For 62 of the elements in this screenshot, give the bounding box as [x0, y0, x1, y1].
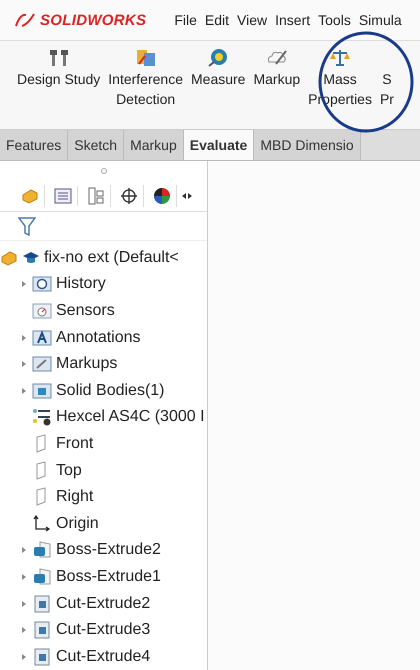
- app-logo: SOLIDWORKS: [14, 12, 146, 28]
- material-icon: [32, 407, 52, 428]
- tab[interactable]: Markup: [124, 130, 184, 160]
- tree-item[interactable]: Hexcel AS4C (3000 I: [56, 408, 205, 426]
- menu-item[interactable]: Insert: [271, 12, 314, 28]
- tree-item[interactable]: Cut-Extrude4: [56, 648, 150, 666]
- expand-arrow-icon[interactable]: [20, 546, 28, 554]
- tape-measure-icon: [207, 48, 230, 68]
- menu-item[interactable]: View: [233, 12, 272, 28]
- cut-extrude-icon: [32, 620, 52, 640]
- folder-clock-icon: [32, 274, 52, 294]
- toolbar-button[interactable]: Measure: [187, 47, 250, 89]
- menu-item[interactable]: Tools: [314, 12, 355, 28]
- tree-item[interactable]: Sensors: [56, 302, 115, 320]
- part-icon: [0, 248, 18, 267]
- expand-arrow-icon[interactable]: [20, 652, 28, 661]
- bolts-icon: [48, 48, 70, 68]
- tree-item[interactable]: Markups: [56, 355, 118, 374]
- extrude-body-icon: [32, 540, 52, 560]
- folder-pen-icon: [32, 354, 52, 374]
- toolbar-button[interactable]: S Pr: [376, 47, 398, 109]
- extrude-body-icon: [32, 566, 52, 587]
- tree-item[interactable]: Cut-Extrude2: [56, 594, 150, 613]
- expand-arrow-icon[interactable]: [20, 334, 28, 342]
- folder-letter-icon: [32, 328, 52, 348]
- cut-extrude-icon: [32, 594, 52, 614]
- tree-item[interactable]: Origin: [56, 514, 99, 533]
- tab[interactable]: MBD Dimensio: [254, 130, 361, 160]
- menu-item[interactable]: File: [170, 12, 201, 28]
- menu-item[interactable]: Simula: [354, 12, 406, 28]
- cut-extrude-icon: [32, 646, 52, 667]
- tree-item[interactable]: History: [56, 275, 106, 294]
- origin-axes-icon: [32, 514, 52, 534]
- tree-item[interactable]: Front: [56, 434, 94, 453]
- toolbar-button[interactable]: Design Study: [13, 47, 104, 89]
- expand-arrow-icon[interactable]: [20, 280, 28, 288]
- tree-item[interactable]: Annotations: [56, 328, 141, 347]
- expand-arrow-icon[interactable]: [20, 600, 28, 608]
- tree-item[interactable]: Right: [56, 488, 94, 506]
- grip-icon[interactable]: [100, 168, 106, 174]
- tree-item[interactable]: Cut-Extrude3: [56, 621, 150, 640]
- menu-item[interactable]: Edit: [200, 12, 234, 28]
- tab[interactable]: Features: [0, 130, 68, 160]
- tree-item[interactable]: Boss-Extrude2: [56, 541, 161, 560]
- expand-arrow-icon[interactable]: [20, 572, 28, 581]
- expand-arrow-icon[interactable]: [20, 360, 28, 368]
- expand-arrow-icon[interactable]: [20, 626, 28, 634]
- interference-icon: [134, 48, 157, 68]
- folder-cube-icon: [32, 380, 52, 401]
- tree-item[interactable]: Boss-Extrude1: [56, 568, 161, 586]
- tab[interactable]: Evaluate: [184, 130, 254, 160]
- tree-item[interactable]: Solid Bodies(1): [56, 382, 164, 400]
- tree-item[interactable]: Top: [56, 462, 82, 480]
- scale-icon: [329, 48, 352, 68]
- expand-arrow-icon[interactable]: [20, 386, 28, 395]
- folder-gauge-icon: [32, 301, 52, 321]
- tab[interactable]: Sketch: [68, 130, 124, 160]
- toolbar-button[interactable]: Markup: [249, 47, 304, 89]
- scroll-arrows-icon[interactable]: [181, 190, 193, 201]
- filter-icon[interactable]: [18, 216, 36, 236]
- tree-item[interactable]: fix-no ext (Default<: [44, 248, 179, 267]
- toolbar-button[interactable]: Interference Detection: [104, 47, 187, 109]
